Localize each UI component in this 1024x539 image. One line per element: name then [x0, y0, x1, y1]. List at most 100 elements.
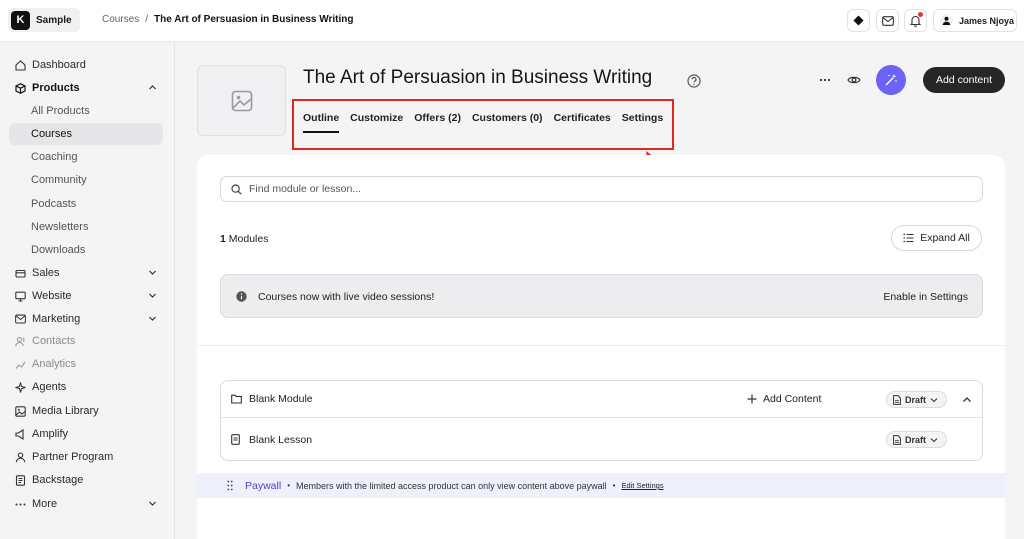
module-card: Blank Module Add Content Draft Blank Les… [220, 380, 983, 461]
modules-count-number: 1 [220, 233, 226, 245]
lesson-icon [231, 434, 240, 445]
sidebar-item-website[interactable]: Website [9, 285, 163, 307]
sidebar-item-amplify[interactable]: Amplify [9, 423, 163, 445]
box-icon [15, 82, 26, 94]
search-input[interactable] [249, 183, 949, 195]
lesson-row[interactable]: Blank Lesson Draft [221, 419, 982, 461]
plus-icon [747, 394, 757, 404]
cart-icon [15, 268, 26, 279]
mail-icon [881, 15, 894, 26]
sidebar-item-courses[interactable]: Courses [9, 123, 163, 145]
user-icon [942, 16, 951, 25]
sidebar-item-agents[interactable]: Agents [9, 376, 163, 398]
brand-name: Sample [36, 14, 72, 26]
chevron-up-icon[interactable] [962, 395, 972, 405]
module-name: Blank Module [249, 393, 313, 405]
chevron-down-icon [930, 397, 938, 402]
sidebar-item-community[interactable]: Community [9, 169, 163, 191]
sidebar-item-label: Amplify [32, 428, 69, 440]
sidebar: Dashboard Products All Products Courses … [0, 42, 175, 539]
sidebar-item-all-products[interactable]: All Products [9, 100, 163, 122]
sidebar-item-analytics[interactable]: Analytics [9, 353, 163, 375]
sidebar-item-label: Partner Program [32, 451, 114, 463]
sidebar-item-marketing[interactable]: Marketing [9, 308, 163, 330]
sidebar-item-coaching[interactable]: Coaching [9, 146, 163, 168]
image-placeholder-icon [231, 90, 252, 111]
bullet-separator: • [612, 481, 616, 490]
preview-eye-icon[interactable] [847, 73, 861, 87]
sidebar-item-label: Downloads [31, 244, 86, 256]
brand-switcher[interactable]: K Sample [8, 8, 80, 32]
user-menu[interactable]: James Njoya [933, 9, 1017, 32]
list-icon [903, 233, 914, 243]
sidebar-item-label: Analytics [32, 358, 77, 370]
paywall-description: Members with the limited access product … [296, 480, 607, 491]
lesson-name: Blank Lesson [249, 434, 313, 446]
sidebar-item-dashboard[interactable]: Dashboard [9, 54, 163, 76]
add-content-label: Add Content [763, 393, 822, 405]
sidebar-item-newsletters[interactable]: Newsletters [9, 216, 163, 238]
brand-logo: K [11, 10, 30, 30]
sidebar-item-partner-program[interactable]: Partner Program [9, 446, 163, 468]
module-search[interactable] [220, 176, 983, 202]
expand-all-button[interactable]: Expand All [891, 225, 982, 251]
module-add-content-button[interactable]: Add Content [747, 393, 821, 405]
add-content-button[interactable]: Add content [923, 67, 1005, 93]
drag-handle-icon[interactable] [227, 480, 233, 491]
sidebar-item-contacts[interactable]: Contacts [9, 330, 163, 352]
module-row[interactable]: Blank Module Add Content Draft [221, 381, 982, 418]
sidebar-item-label: Dashboard [32, 59, 86, 71]
diamond-button[interactable] [847, 9, 870, 32]
dots-icon [15, 499, 26, 510]
course-thumbnail[interactable] [197, 65, 286, 136]
sidebar-item-backstage[interactable]: Backstage [9, 469, 163, 491]
sidebar-item-label: Products [32, 82, 80, 94]
chevron-down-icon [149, 293, 156, 298]
help-icon[interactable] [687, 74, 701, 88]
user-name: James Njoya [959, 15, 1015, 26]
module-status-dropdown[interactable]: Draft [886, 391, 947, 408]
sidebar-item-label: All Products [31, 105, 90, 117]
live-video-banner: Courses now with live video sessions! En… [220, 274, 983, 318]
lesson-status-dropdown[interactable]: Draft [886, 431, 947, 448]
magic-wand-icon [885, 74, 897, 86]
sidebar-item-downloads[interactable]: Downloads [9, 239, 163, 261]
bullet-separator: • [287, 481, 290, 490]
sidebar-item-podcasts[interactable]: Podcasts [9, 193, 163, 215]
sidebar-item-label: Coaching [31, 151, 78, 163]
outline-panel: 1 Modules Expand All Courses now with li… [197, 155, 1005, 539]
edit-settings-link[interactable]: Edit Settings [621, 481, 663, 490]
sidebar-item-label: Media Library [32, 405, 99, 417]
sidebar-item-label: Newsletters [31, 221, 89, 233]
sidebar-item-label: Sales [32, 267, 60, 279]
chevron-down-icon [149, 501, 156, 506]
messages-button[interactable] [876, 9, 899, 32]
expand-all-label: Expand All [920, 232, 970, 244]
sidebar-item-products[interactable]: Products [9, 77, 163, 99]
more-options-icon[interactable] [818, 74, 832, 86]
ai-assist-button[interactable] [876, 65, 906, 95]
sidebar-item-sales[interactable]: Sales [9, 262, 163, 284]
enable-in-settings-link[interactable]: Enable in Settings [883, 291, 968, 303]
breadcrumb: Courses / The Art of Persuasion in Busin… [102, 14, 354, 25]
breadcrumb-courses-link[interactable]: Courses [102, 14, 139, 25]
document-icon [893, 394, 901, 405]
modules-count: 1 Modules [220, 233, 268, 245]
home-icon [15, 59, 26, 71]
paywall-label: Paywall [245, 479, 282, 492]
top-bar: K Sample Courses / The Art of Persuasion… [0, 0, 1024, 42]
paywall-row: Paywall • Members with the limited acces… [197, 473, 1005, 498]
sidebar-item-label: More [32, 498, 58, 510]
analytics-icon [15, 359, 26, 370]
diamond-icon [853, 15, 864, 26]
sidebar-item-label: Community [31, 174, 87, 186]
document-icon [893, 434, 901, 445]
page-title: The Art of Persuasion in Business Writin… [303, 67, 653, 88]
chevron-up-icon [149, 85, 156, 90]
sidebar-item-more[interactable]: More [9, 493, 163, 515]
sidebar-item-media-library[interactable]: Media Library [9, 400, 163, 422]
backstage-icon [15, 474, 26, 486]
notifications-button[interactable] [904, 9, 927, 32]
lesson-status-label: Draft [905, 434, 927, 445]
modules-count-label: Modules [228, 233, 269, 245]
